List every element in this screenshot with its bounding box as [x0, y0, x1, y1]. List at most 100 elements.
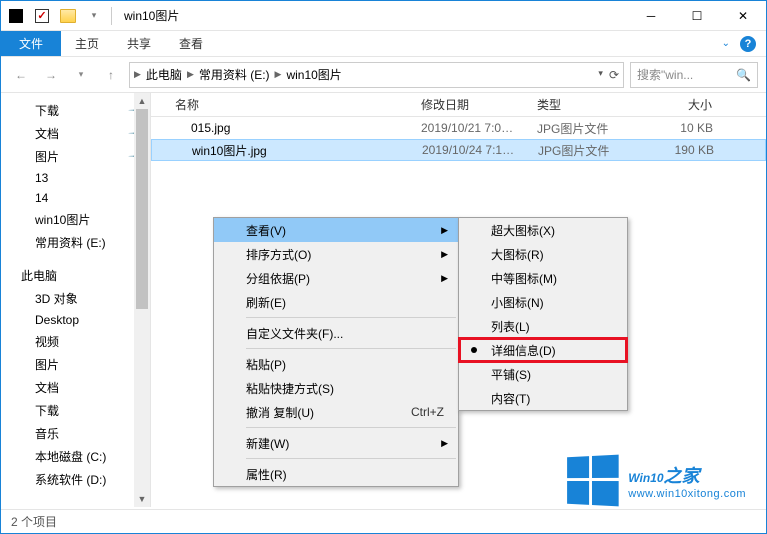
- submenu-arrow-icon: ▶: [441, 225, 448, 236]
- sidebar-item-win10pics[interactable]: win10图片: [1, 208, 150, 231]
- window-controls: ─ ☐ ✕: [628, 1, 766, 31]
- crumb-drive[interactable]: 常用资料 (E:): [196, 66, 273, 83]
- submenu-extra-large[interactable]: 超大图标(X): [459, 218, 627, 242]
- close-button[interactable]: ✕: [720, 1, 766, 31]
- sidebar-item-common[interactable]: 常用资料 (E:): [1, 231, 150, 254]
- crumb-this-pc[interactable]: 此电脑: [143, 66, 185, 83]
- submenu-arrow-icon: ▶: [441, 249, 448, 260]
- sidebar-item-videos[interactable]: 视频: [1, 330, 150, 353]
- sidebar-item-downloads2[interactable]: 下载: [1, 399, 150, 422]
- menu-properties[interactable]: 属性(R): [214, 462, 458, 486]
- sidebar-item-documents2[interactable]: 文档: [1, 376, 150, 399]
- header-name[interactable]: 名称: [151, 96, 411, 113]
- file-name: 015.jpg: [151, 121, 411, 135]
- submenu-small[interactable]: 小图标(N): [459, 290, 627, 314]
- menu-separator: [246, 317, 456, 318]
- menu-refresh[interactable]: 刷新(E): [214, 290, 458, 314]
- watermark: Win10之家 www.win10xitong.com: [565, 456, 746, 505]
- submenu-tiles[interactable]: 平铺(S): [459, 362, 627, 386]
- file-row[interactable]: 015.jpg 2019/10/21 7:05... JPG图片文件 10 KB: [151, 117, 766, 139]
- menu-new[interactable]: 新建(W)▶: [214, 431, 458, 455]
- sidebar-item-drive-c[interactable]: 本地磁盘 (C:): [1, 445, 150, 468]
- file-name: win10图片.jpg: [152, 142, 412, 159]
- titlebar: ✓ ▾ win10图片 ─ ☐ ✕: [1, 1, 766, 31]
- tab-file[interactable]: 文件: [1, 31, 61, 56]
- sidebar-item-downloads[interactable]: 下载📌: [1, 99, 150, 122]
- crumb-sep-icon: ▶: [134, 69, 141, 80]
- sidebar-item-documents[interactable]: 文档📌: [1, 122, 150, 145]
- sidebar-item-3d[interactable]: 3D 对象: [1, 287, 150, 310]
- search-placeholder: 搜索"win...: [637, 66, 693, 83]
- recent-dropdown[interactable]: ▾: [69, 63, 93, 87]
- submenu-arrow-icon: ▶: [441, 273, 448, 284]
- sidebar-item-pictures2[interactable]: 图片: [1, 353, 150, 376]
- titlebar-divider: [111, 7, 112, 25]
- submenu-details[interactable]: 详细信息(D): [459, 338, 627, 362]
- sidebar-item-desktop[interactable]: Desktop: [1, 310, 150, 330]
- menu-undo[interactable]: 撤消 复制(U)Ctrl+Z: [214, 400, 458, 424]
- qat-folder[interactable]: [57, 5, 79, 27]
- address-bar[interactable]: ▶ 此电脑 ▶ 常用资料 (E:) ▶ win10图片 ▾ ⟳: [129, 62, 624, 88]
- ribbon-right: ⌄ ?: [722, 31, 766, 56]
- header-size[interactable]: 大小: [637, 96, 723, 113]
- window-title: win10图片: [124, 7, 179, 24]
- file-type: JPG图片文件: [528, 142, 638, 159]
- help-icon[interactable]: ?: [740, 36, 756, 52]
- up-button[interactable]: ↑: [99, 63, 123, 87]
- scroll-thumb[interactable]: [136, 109, 148, 309]
- sidebar-scrollbar[interactable]: ▲ ▼: [134, 93, 150, 507]
- file-size: 190 KB: [638, 143, 724, 157]
- forward-button[interactable]: →: [39, 63, 63, 87]
- menu-customize[interactable]: 自定义文件夹(F)...: [214, 321, 458, 345]
- sidebar-item-13[interactable]: 13: [1, 168, 150, 188]
- context-menu: 查看(V)▶ 排序方式(O)▶ 分组依据(P)▶ 刷新(E) 自定义文件夹(F)…: [213, 217, 459, 487]
- search-input[interactable]: 搜索"win... 🔍: [630, 62, 758, 88]
- submenu-content[interactable]: 内容(T): [459, 386, 627, 410]
- menu-separator: [246, 458, 456, 459]
- tab-view[interactable]: 查看: [165, 31, 217, 56]
- header-date[interactable]: 修改日期: [411, 96, 527, 113]
- menu-group[interactable]: 分组依据(P)▶: [214, 266, 458, 290]
- submenu-list[interactable]: 列表(L): [459, 314, 627, 338]
- qat-checkbox[interactable]: ✓: [31, 5, 53, 27]
- submenu-large[interactable]: 大图标(R): [459, 242, 627, 266]
- maximize-button[interactable]: ☐: [674, 1, 720, 31]
- file-date: 2019/10/21 7:05...: [411, 121, 527, 135]
- qat-dropdown[interactable]: ▾: [83, 5, 105, 27]
- menu-shortcut: Ctrl+Z: [411, 405, 444, 419]
- windows-logo-icon: [567, 455, 619, 507]
- refresh-icon[interactable]: ⟳: [609, 68, 619, 82]
- submenu-arrow-icon: ▶: [441, 438, 448, 449]
- back-button[interactable]: ←: [9, 63, 33, 87]
- menu-paste[interactable]: 粘贴(P): [214, 352, 458, 376]
- scroll-up-icon[interactable]: ▲: [134, 93, 150, 109]
- file-type: JPG图片文件: [527, 120, 637, 137]
- menu-paste-shortcut[interactable]: 粘贴快捷方式(S): [214, 376, 458, 400]
- ribbon-collapse-icon[interactable]: ⌄: [722, 38, 730, 49]
- sidebar-item-music[interactable]: 音乐: [1, 422, 150, 445]
- file-row[interactable]: win10图片.jpg 2019/10/24 7:15... JPG图片文件 1…: [151, 139, 766, 161]
- app-icon[interactable]: [5, 5, 27, 27]
- menu-sort[interactable]: 排序方式(O)▶: [214, 242, 458, 266]
- crumb-folder[interactable]: win10图片: [283, 66, 344, 83]
- sidebar-group-this-pc[interactable]: 此电脑: [1, 264, 150, 287]
- menu-separator: [246, 427, 456, 428]
- search-icon: 🔍: [736, 68, 751, 82]
- menu-view[interactable]: 查看(V)▶: [214, 218, 458, 242]
- submenu-medium[interactable]: 中等图标(M): [459, 266, 627, 290]
- crumb-sep-icon: ▶: [187, 69, 194, 80]
- scroll-down-icon[interactable]: ▼: [134, 491, 150, 507]
- view-submenu: 超大图标(X) 大图标(R) 中等图标(M) 小图标(N) 列表(L) 详细信息…: [458, 217, 628, 411]
- sidebar-item-pictures[interactable]: 图片📌: [1, 145, 150, 168]
- file-date: 2019/10/24 7:15...: [412, 143, 528, 157]
- sidebar: 下载📌 文档📌 图片📌 13 14 win10图片 常用资料 (E:) 此电脑 …: [1, 93, 151, 507]
- quick-access-toolbar: ✓ ▾: [1, 5, 105, 27]
- minimize-button[interactable]: ─: [628, 1, 674, 31]
- bullet-icon: [471, 347, 477, 353]
- sidebar-item-14[interactable]: 14: [1, 188, 150, 208]
- sidebar-item-drive-d[interactable]: 系统软件 (D:): [1, 468, 150, 491]
- tab-home[interactable]: 主页: [61, 31, 113, 56]
- address-dropdown-icon[interactable]: ▾: [598, 68, 603, 82]
- tab-share[interactable]: 共享: [113, 31, 165, 56]
- header-type[interactable]: 类型: [527, 96, 637, 113]
